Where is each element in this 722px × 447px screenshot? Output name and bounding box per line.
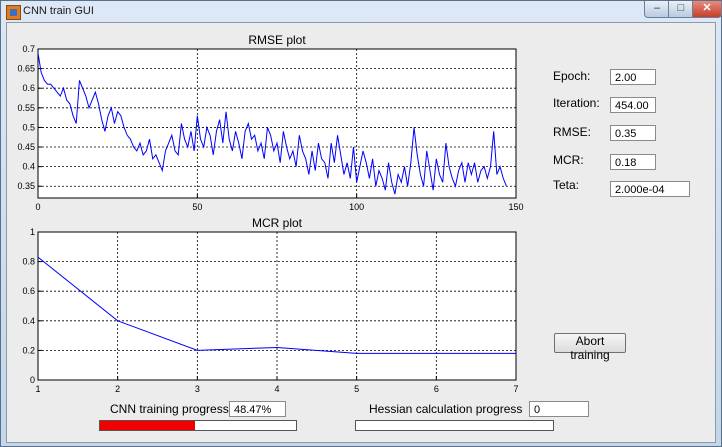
iteration-field[interactable]: 454.00 <box>610 97 656 113</box>
cnn-progress-bar <box>99 420 297 431</box>
x-tick-label: 100 <box>349 202 364 212</box>
plot-area <box>37 48 517 199</box>
y-tick-label: 0.7 <box>22 44 35 54</box>
x-tick-label: 0 <box>35 202 40 212</box>
teta-label: Teta: <box>553 178 580 192</box>
mcr-label: MCR: <box>553 153 584 167</box>
y-tick-label: 0.65 <box>17 64 35 74</box>
rmse-plot-title: RMSE plot <box>248 33 306 47</box>
cnn-progress-fill <box>100 421 195 430</box>
epoch-field[interactable]: 2.00 <box>610 69 656 85</box>
epoch-label: Epoch: <box>553 69 591 83</box>
teta-field[interactable]: 2.000e-04 <box>610 181 690 197</box>
x-tick-label: 150 <box>508 202 523 212</box>
mcr-field[interactable]: 0.18 <box>610 154 656 170</box>
y-tick-label: 0.4 <box>22 162 35 172</box>
y-tick-label: 0.6 <box>22 83 35 93</box>
rmse-plot[interactable]: RMSE plot 0 50 100 150 0.35 0.4 0.45 0.5 0.55 0.6 0… <box>0 0 722 447</box>
rmse-label: RMSE: <box>553 125 592 139</box>
y-tick-label: 0.45 <box>17 142 35 152</box>
iteration-label: Iteration: <box>553 96 600 110</box>
rmse-field[interactable]: 0.35 <box>610 125 656 141</box>
hessian-progress-bar <box>355 420 554 431</box>
x-tick-label: 50 <box>192 202 202 212</box>
hessian-progress-field[interactable]: 0 <box>529 401 589 417</box>
hessian-progress-label: Hessian calculation progress <box>369 402 523 416</box>
cnn-progress-label: CNN training progress <box>110 402 229 416</box>
y-tick-label: 0.5 <box>22 122 35 132</box>
abort-training-button[interactable]: Abort training <box>554 333 626 362</box>
y-tick-label: 0.35 <box>17 181 35 191</box>
cnn-progress-field[interactable]: 48.47% <box>229 401 286 417</box>
y-tick-label: 0.55 <box>17 103 35 113</box>
